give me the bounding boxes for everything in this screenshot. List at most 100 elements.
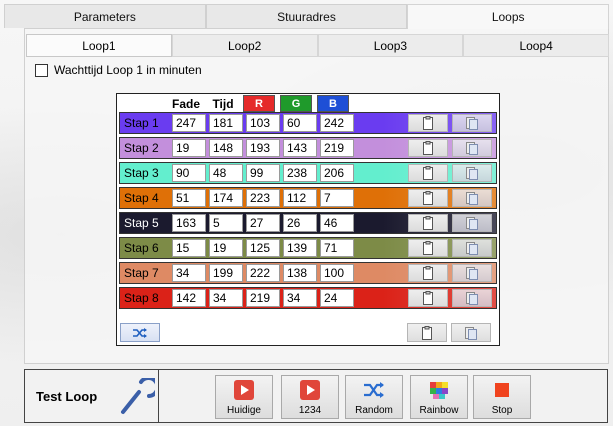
step-g-input[interactable]: 139 (283, 239, 317, 257)
rainbow-button[interactable]: Rainbow (410, 375, 468, 419)
step-fade-input[interactable]: 51 (172, 189, 206, 207)
step-r-input[interactable]: 223 (246, 189, 280, 207)
step-r-input[interactable]: 193 (246, 139, 280, 157)
copy-step-button[interactable] (408, 139, 448, 157)
step-b-input[interactable]: 7 (320, 189, 354, 207)
header-tijd: Tijd (212, 96, 234, 111)
step-fade-input[interactable]: 15 (172, 239, 206, 257)
copy-step-button[interactable] (408, 114, 448, 132)
copy-step-button[interactable] (408, 164, 448, 182)
step-tijd-input[interactable]: 148 (209, 139, 243, 157)
step-g-input[interactable]: 60 (283, 114, 317, 132)
step-b-input[interactable]: 242 (320, 114, 354, 132)
step-tijd-input[interactable]: 199 (209, 264, 243, 282)
paste-step-button[interactable] (452, 164, 492, 182)
step-b-input[interactable]: 24 (320, 289, 354, 307)
step-tijd-input[interactable]: 19 (209, 239, 243, 257)
step-r-input[interactable]: 222 (246, 264, 280, 282)
step-b-input[interactable]: 206 (320, 164, 354, 182)
step-fade-input[interactable]: 34 (172, 264, 206, 282)
shuffle-icon (133, 327, 147, 338)
step-fade-input[interactable]: 90 (172, 164, 206, 182)
step-row: Stap 5 163 5 27 26 46 (119, 212, 497, 234)
step-label: Stap 5 (124, 216, 159, 230)
step-fade-input[interactable]: 163 (172, 214, 206, 232)
copy-all-button[interactable] (407, 323, 447, 342)
step-tijd-input[interactable]: 34 (209, 289, 243, 307)
clipboard-icon (423, 141, 433, 155)
paste-step-button[interactable] (452, 264, 492, 282)
step-b-input[interactable]: 100 (320, 264, 354, 282)
step-tijd-input[interactable]: 174 (209, 189, 243, 207)
clipboard-icon (423, 166, 433, 180)
step-fade-input[interactable]: 19 (172, 139, 206, 157)
step-label: Stap 4 (124, 191, 159, 205)
copy-step-button[interactable] (408, 289, 448, 307)
paste-step-button[interactable] (452, 189, 492, 207)
step-fade-input[interactable]: 142 (172, 289, 206, 307)
step-r-input[interactable]: 103 (246, 114, 280, 132)
paste-all-button[interactable] (451, 323, 491, 342)
paste-icon (466, 117, 478, 130)
paste-step-button[interactable] (452, 214, 492, 232)
paste-step-button[interactable] (452, 139, 492, 157)
sequence-1234-button[interactable]: 1234 (281, 375, 339, 419)
huidige-button[interactable]: Huidige (215, 375, 273, 419)
step-g-input[interactable]: 112 (283, 189, 317, 207)
step-b-input[interactable]: 46 (320, 214, 354, 232)
test-loop-bar: Test Loop Huidige 1234 Random Rainbow St… (24, 369, 608, 423)
stop-label: Stop (491, 405, 513, 416)
step-g-input[interactable]: 26 (283, 214, 317, 232)
paste-step-button[interactable] (452, 239, 492, 257)
tab-loop1[interactable]: Loop1 (26, 34, 172, 57)
copy-step-button[interactable] (408, 189, 448, 207)
step-r-input[interactable]: 99 (246, 164, 280, 182)
tab-loop3[interactable]: Loop3 (317, 34, 464, 57)
step-label: Stap 2 (124, 141, 159, 155)
tab-loops[interactable]: Loops (407, 4, 610, 29)
copy-step-button[interactable] (408, 239, 448, 257)
paste-step-button[interactable] (452, 289, 492, 307)
clipboard-icon (423, 191, 433, 205)
stop-button[interactable]: Stop (473, 375, 531, 419)
random-button[interactable]: Random (345, 375, 403, 419)
paste-icon (466, 167, 478, 180)
step-g-input[interactable]: 34 (283, 289, 317, 307)
paste-icon (466, 267, 478, 280)
test-loop-box: Test Loop (25, 370, 159, 422)
paste-step-button[interactable] (452, 114, 492, 132)
copy-step-button[interactable] (408, 264, 448, 282)
step-fade-input[interactable]: 247 (172, 114, 206, 132)
step-g-input[interactable]: 138 (283, 264, 317, 282)
step-row: Stap 4 51 174 223 112 7 (119, 187, 497, 209)
shuffle-icon (364, 382, 384, 398)
top-tab-bar: Parameters Stuuradres Loops (4, 4, 610, 29)
copy-step-button[interactable] (408, 214, 448, 232)
header-fade: Fade (171, 96, 200, 111)
stop-icon (495, 383, 509, 397)
step-b-input[interactable]: 219 (320, 139, 354, 157)
step-b-input[interactable]: 71 (320, 239, 354, 257)
step-tijd-input[interactable]: 5 (209, 214, 243, 232)
step-g-input[interactable]: 238 (283, 164, 317, 182)
step-r-input[interactable]: 125 (246, 239, 280, 257)
step-r-input[interactable]: 219 (246, 289, 280, 307)
tab-parameters[interactable]: Parameters (4, 4, 206, 28)
step-row: Stap 2 19 148 193 143 219 (119, 137, 497, 159)
magnet-wand-icon (121, 378, 155, 414)
step-r-input[interactable]: 27 (246, 214, 280, 232)
clipboard-icon (423, 216, 433, 230)
paste-icon (465, 326, 477, 340)
loop-tab-bar: Loop1 Loop2 Loop3 Loop4 (26, 34, 609, 58)
tab-loop2[interactable]: Loop2 (171, 34, 318, 57)
tab-loop4[interactable]: Loop4 (463, 34, 609, 57)
step-row: Stap 3 90 48 99 238 206 (119, 162, 497, 184)
step-row: Stap 8 142 34 219 34 24 (119, 287, 497, 309)
step-tijd-input[interactable]: 181 (209, 114, 243, 132)
shuffle-button[interactable] (120, 323, 160, 342)
header-b: B (317, 95, 349, 112)
step-g-input[interactable]: 143 (283, 139, 317, 157)
tab-stuuradres[interactable]: Stuuradres (205, 4, 408, 28)
wait-checkbox[interactable] (35, 63, 48, 77)
step-tijd-input[interactable]: 48 (209, 164, 243, 182)
